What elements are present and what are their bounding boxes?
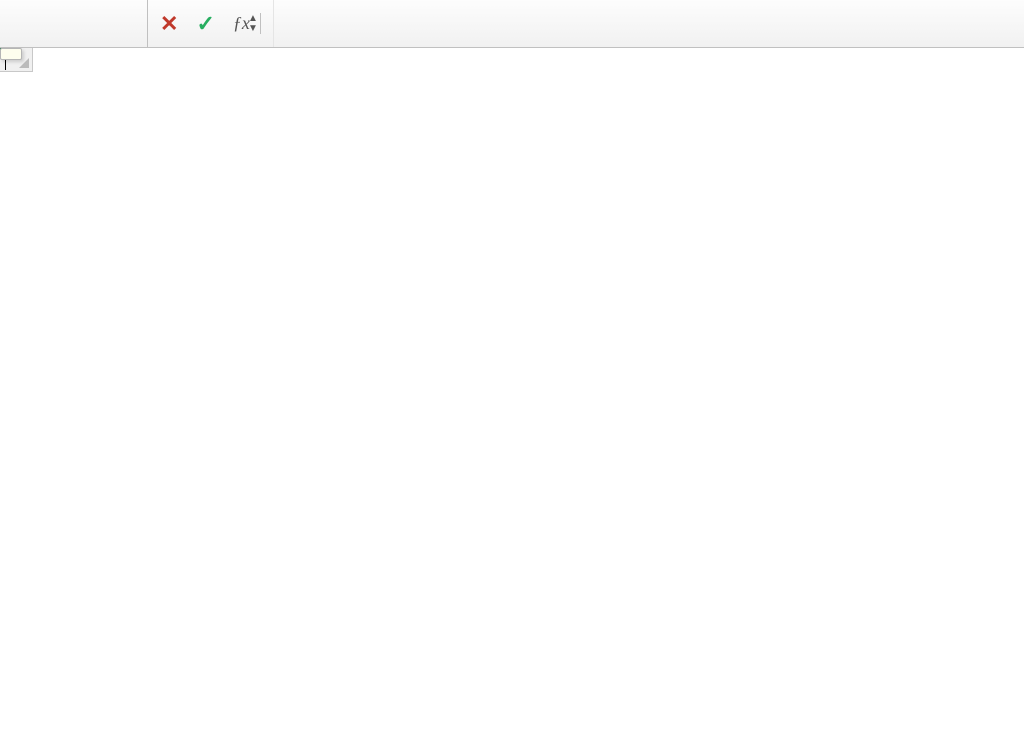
formula-bar: ▲ ▼ ✕ ✓ ƒx	[0, 0, 1024, 48]
cancel-icon[interactable]: ✕	[160, 11, 178, 37]
function-tooltip[interactable]	[0, 48, 22, 60]
name-box-wrap: ▲ ▼	[0, 0, 148, 47]
fx-icon[interactable]: ƒx	[233, 13, 261, 34]
confirm-icon[interactable]: ✓	[196, 11, 214, 37]
formula-input[interactable]	[274, 0, 1024, 47]
formula-bar-buttons: ✕ ✓ ƒx	[148, 0, 274, 47]
